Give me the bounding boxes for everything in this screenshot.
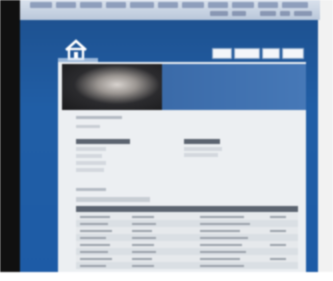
bookmark-item[interactable] — [106, 2, 126, 8]
browser-bookmarks — [24, 2, 314, 9]
browser-control[interactable] — [210, 11, 228, 16]
banner-photo — [62, 64, 162, 110]
right-box-header — [184, 139, 220, 144]
table-row[interactable] — [76, 220, 298, 227]
table-cell — [270, 258, 286, 260]
browser-control[interactable] — [260, 11, 276, 16]
table-cell — [270, 216, 286, 218]
nav-tab[interactable] — [262, 48, 280, 59]
table-cell — [132, 244, 154, 246]
table-cell — [80, 244, 110, 246]
table-cell — [200, 223, 250, 225]
table-cell — [132, 216, 154, 218]
table-cell — [200, 230, 240, 232]
table-cell — [132, 251, 156, 253]
right-box-item[interactable] — [184, 153, 218, 157]
bookmark-item[interactable] — [282, 2, 308, 8]
bookmark-item[interactable] — [158, 2, 178, 8]
table-filter-bar[interactable] — [76, 197, 150, 202]
left-box-item[interactable] — [76, 161, 106, 165]
table-cell — [132, 230, 152, 232]
bookmark-item[interactable] — [130, 2, 154, 8]
photo-of-screen — [0, 0, 333, 281]
table-cell — [200, 265, 244, 267]
bookmark-item[interactable] — [232, 2, 254, 8]
browser-control[interactable] — [280, 11, 290, 16]
right-box-item[interactable] — [184, 147, 222, 151]
left-box-item[interactable] — [76, 154, 102, 158]
nav-tab[interactable] — [282, 48, 304, 59]
bookmark-item[interactable] — [182, 2, 204, 8]
background-bottom — [0, 272, 333, 281]
hero-banner — [62, 64, 306, 110]
table-cell — [132, 265, 154, 267]
left-box-item[interactable] — [76, 168, 104, 172]
bookmark-item[interactable] — [56, 2, 76, 8]
table-cell — [270, 230, 286, 232]
section-title — [76, 116, 122, 119]
bookmark-item[interactable] — [208, 2, 228, 8]
table-cell — [80, 258, 112, 260]
browser-control[interactable] — [294, 11, 312, 16]
table-cell — [80, 230, 112, 232]
table-cell — [80, 237, 106, 239]
nav-tab[interactable] — [212, 48, 232, 59]
section-subtitle — [76, 125, 100, 128]
table-cell — [80, 265, 106, 267]
table-cell — [200, 216, 244, 218]
table-cell — [132, 223, 156, 225]
bookmark-item[interactable] — [258, 2, 278, 8]
table-cell — [270, 244, 286, 246]
site-navigation — [212, 48, 304, 60]
table-row[interactable] — [76, 234, 298, 241]
table-cell — [200, 244, 242, 246]
left-box-item[interactable] — [76, 147, 106, 151]
left-box-header — [76, 139, 130, 144]
table-row[interactable] — [76, 248, 298, 255]
monitor-bezel-left — [0, 0, 20, 281]
browser-control[interactable] — [232, 11, 246, 16]
table-cell — [132, 258, 152, 260]
table-cell — [80, 251, 108, 253]
browser-status — [210, 11, 316, 17]
background-right — [318, 0, 333, 281]
table-section-title — [76, 188, 106, 191]
table-header — [76, 206, 298, 212]
nav-tab[interactable] — [234, 48, 260, 59]
table-cell — [132, 237, 156, 239]
table-cell — [200, 251, 246, 253]
table-row[interactable] — [76, 262, 298, 269]
table-cell — [200, 258, 240, 260]
bookmark-item[interactable] — [80, 2, 102, 8]
table-cell — [200, 237, 248, 239]
table-cell — [80, 223, 108, 225]
bookmark-item[interactable] — [30, 2, 52, 8]
table-cell — [80, 216, 110, 218]
